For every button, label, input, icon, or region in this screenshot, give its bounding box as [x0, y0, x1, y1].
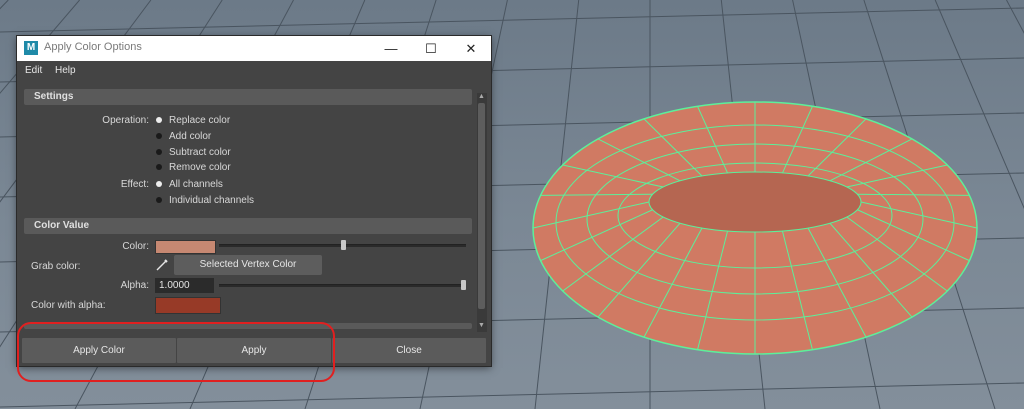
operation-label: Operation: [102, 115, 149, 126]
radio-add-color-label[interactable]: Add color [169, 131, 211, 142]
effect-label: Effect: [120, 179, 149, 190]
scroll-up-icon[interactable]: ▲ [478, 93, 485, 100]
radio-add-color[interactable] [156, 133, 162, 139]
settings-header-label: Settings [34, 91, 74, 102]
radio-subtract-color-label[interactable]: Subtract color [169, 147, 231, 158]
radio-all-channels[interactable] [156, 181, 162, 187]
menu-bar: Edit Help [17, 61, 491, 81]
menu-help[interactable]: Help [55, 65, 76, 76]
radio-individual-channels[interactable] [156, 197, 162, 203]
radio-replace-color[interactable] [156, 117, 162, 123]
apply-color-options-dialog: M Apply Color Options — ☐ ✕ Edit Help Se… [17, 36, 491, 366]
color-value-section-header[interactable]: Color Value [24, 218, 472, 234]
maya-app-icon: M [24, 41, 38, 55]
apply-color-button[interactable]: Apply Color [22, 338, 176, 363]
eyedropper-icon[interactable] [155, 258, 169, 272]
scroll-thumb[interactable] [478, 103, 485, 309]
radio-all-channels-label[interactable]: All channels [169, 179, 223, 190]
radio-individual-channels-label[interactable]: Individual channels [169, 195, 254, 206]
collapsed-section-edge [24, 323, 472, 329]
radio-remove-color[interactable] [156, 164, 162, 170]
settings-section-header[interactable]: Settings [24, 89, 472, 105]
apply-button[interactable]: Apply [177, 338, 331, 363]
color-label: Color: [122, 241, 149, 252]
color-with-alpha-swatch [155, 297, 221, 314]
title-bar[interactable]: M Apply Color Options — ☐ ✕ [17, 36, 491, 61]
radio-replace-color-label[interactable]: Replace color [169, 115, 230, 126]
window-title: Apply Color Options [44, 41, 142, 53]
scroll-down-icon[interactable]: ▼ [478, 322, 485, 329]
menu-edit[interactable]: Edit [25, 65, 42, 76]
selected-vertex-color-button[interactable]: Selected Vertex Color [174, 255, 322, 275]
alpha-slider-track[interactable] [219, 284, 466, 287]
alpha-label: Alpha: [120, 280, 149, 291]
torus-mesh [532, 101, 978, 355]
color-with-alpha-label: Color with alpha: [31, 300, 106, 311]
grab-color-label: Grab color: [31, 261, 81, 272]
dialog-scrollbar[interactable]: ▲ ▼ [477, 93, 487, 332]
alpha-slider-handle[interactable] [461, 280, 466, 290]
radio-subtract-color[interactable] [156, 149, 162, 155]
torus-hole [648, 171, 862, 233]
color-swatch[interactable] [155, 240, 216, 254]
minimize-icon[interactable]: — [371, 36, 411, 61]
maximize-icon[interactable]: ☐ [411, 36, 451, 61]
close-button[interactable]: Close [332, 338, 486, 363]
color-slider-handle[interactable] [340, 240, 346, 250]
alpha-input[interactable]: 1.0000 [155, 278, 214, 293]
color-value-header-label: Color Value [34, 220, 90, 231]
close-window-icon[interactable]: ✕ [451, 36, 491, 61]
radio-remove-color-label[interactable]: Remove color [169, 162, 231, 173]
